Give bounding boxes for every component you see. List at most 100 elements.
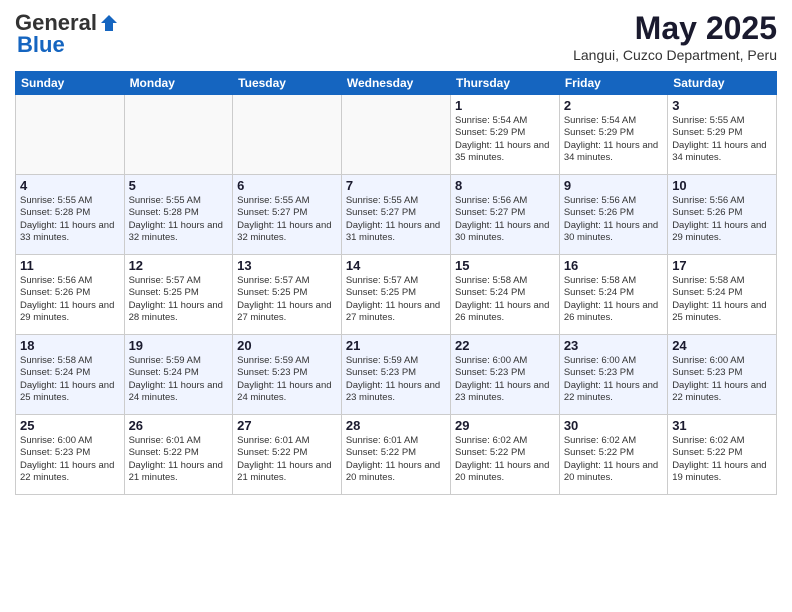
day-number: 12 xyxy=(129,258,229,273)
day-number: 22 xyxy=(455,338,555,353)
day-number: 23 xyxy=(564,338,663,353)
day-number: 29 xyxy=(455,418,555,433)
calendar-week-row: 4 Sunrise: 5:55 AMSunset: 5:28 PMDaylight… xyxy=(16,175,777,255)
calendar-day-cell: 1 Sunrise: 5:54 AMSunset: 5:29 PMDaylight… xyxy=(451,95,560,175)
month-title: May 2025 xyxy=(573,10,777,47)
day-info: Sunrise: 6:02 AMSunset: 5:22 PMDaylight:… xyxy=(672,435,772,484)
calendar-day-cell: 16Sunrise: 5:58 AMSunset: 5:24 PMDayligh… xyxy=(559,255,667,335)
calendar-day-cell: 3 Sunrise: 5:55 AMSunset: 5:29 PMDaylight… xyxy=(668,95,777,175)
calendar-day-cell: 27 Sunrise: 6:01 AMSunset: 5:22 PMDayligh… xyxy=(233,415,342,495)
day-number: 26 xyxy=(129,418,229,433)
calendar-day-cell: 10 Sunrise: 5:56 AMSunset: 5:26 PMDayligh… xyxy=(668,175,777,255)
weekday-header: Sunday xyxy=(16,72,125,95)
day-number: 13 xyxy=(237,258,337,273)
calendar-week-row: 18Sunrise: 5:58 AMSunset: 5:24 PMDayligh… xyxy=(16,335,777,415)
day-info: Sunrise: 5:57 AMSunset: 5:25 PMDaylight:… xyxy=(346,275,446,324)
day-info: Sunrise: 5:55 AMSunset: 5:28 PMDaylight:… xyxy=(20,195,120,244)
logo-blue: Blue xyxy=(17,32,65,58)
day-info: Sunrise: 6:02 AMSunset: 5:22 PMDaylight:… xyxy=(455,435,555,484)
day-info: Sunrise: 5:54 AMSunset: 5:29 PMDaylight:… xyxy=(455,115,555,164)
day-number: 30 xyxy=(564,418,663,433)
day-info: Sunrise: 6:00 AMSunset: 5:23 PMDaylight:… xyxy=(20,435,120,484)
day-info: Sunrise: 5:55 AMSunset: 5:29 PMDaylight:… xyxy=(672,115,772,164)
calendar-week-row: 1 Sunrise: 5:54 AMSunset: 5:29 PMDaylight… xyxy=(16,95,777,175)
day-number: 14 xyxy=(346,258,446,273)
day-info: Sunrise: 5:56 AMSunset: 5:26 PMDaylight:… xyxy=(20,275,120,324)
weekday-header: Friday xyxy=(559,72,667,95)
day-info: Sunrise: 5:59 AMSunset: 5:24 PMDaylight:… xyxy=(129,355,229,404)
day-info: Sunrise: 5:56 AMSunset: 5:27 PMDaylight:… xyxy=(455,195,555,244)
calendar-day-cell: 12Sunrise: 5:57 AMSunset: 5:25 PMDayligh… xyxy=(124,255,233,335)
weekday-header: Saturday xyxy=(668,72,777,95)
calendar-day-cell: 20 Sunrise: 5:59 AMSunset: 5:23 PMDayligh… xyxy=(233,335,342,415)
day-info: Sunrise: 5:58 AMSunset: 5:24 PMDaylight:… xyxy=(455,275,555,324)
day-info: Sunrise: 5:56 AMSunset: 5:26 PMDaylight:… xyxy=(672,195,772,244)
day-info: Sunrise: 5:54 AMSunset: 5:29 PMDaylight:… xyxy=(564,115,663,164)
day-number: 7 xyxy=(346,178,446,193)
calendar-week-row: 11 Sunrise: 5:56 AMSunset: 5:26 PMDayligh… xyxy=(16,255,777,335)
day-number: 1 xyxy=(455,98,555,113)
day-number: 20 xyxy=(237,338,337,353)
day-number: 9 xyxy=(564,178,663,193)
calendar-day-cell: 14 Sunrise: 5:57 AMSunset: 5:25 PMDayligh… xyxy=(341,255,450,335)
day-number: 11 xyxy=(20,258,120,273)
calendar-day-cell: 4 Sunrise: 5:55 AMSunset: 5:28 PMDaylight… xyxy=(16,175,125,255)
day-info: Sunrise: 6:02 AMSunset: 5:22 PMDaylight:… xyxy=(564,435,663,484)
day-number: 27 xyxy=(237,418,337,433)
day-info: Sunrise: 6:01 AMSunset: 5:22 PMDaylight:… xyxy=(237,435,337,484)
weekday-header: Wednesday xyxy=(341,72,450,95)
calendar-header-row: SundayMondayTuesdayWednesdayThursdayFrid… xyxy=(16,72,777,95)
day-number: 10 xyxy=(672,178,772,193)
day-number: 28 xyxy=(346,418,446,433)
calendar-day-cell: 26 Sunrise: 6:01 AMSunset: 5:22 PMDayligh… xyxy=(124,415,233,495)
day-info: Sunrise: 5:58 AMSunset: 5:24 PMDaylight:… xyxy=(20,355,120,404)
calendar-day-cell: 31 Sunrise: 6:02 AMSunset: 5:22 PMDayligh… xyxy=(668,415,777,495)
calendar-day-cell: 18Sunrise: 5:58 AMSunset: 5:24 PMDayligh… xyxy=(16,335,125,415)
calendar-table: SundayMondayTuesdayWednesdayThursdayFrid… xyxy=(15,71,777,495)
calendar-day-cell: 25 Sunrise: 6:00 AMSunset: 5:23 PMDayligh… xyxy=(16,415,125,495)
calendar-day-cell: 22 Sunrise: 6:00 AMSunset: 5:23 PMDayligh… xyxy=(451,335,560,415)
day-info: Sunrise: 5:55 AMSunset: 5:27 PMDaylight:… xyxy=(346,195,446,244)
calendar-day-cell: 17 Sunrise: 5:58 AMSunset: 5:24 PMDayligh… xyxy=(668,255,777,335)
day-info: Sunrise: 6:01 AMSunset: 5:22 PMDaylight:… xyxy=(129,435,229,484)
day-info: Sunrise: 5:57 AMSunset: 5:25 PMDaylight:… xyxy=(237,275,337,324)
calendar-day-cell xyxy=(124,95,233,175)
day-number: 15 xyxy=(455,258,555,273)
calendar-week-row: 25 Sunrise: 6:00 AMSunset: 5:23 PMDayligh… xyxy=(16,415,777,495)
logo: General Blue xyxy=(15,10,119,58)
day-info: Sunrise: 5:55 AMSunset: 5:27 PMDaylight:… xyxy=(237,195,337,244)
day-number: 6 xyxy=(237,178,337,193)
calendar-day-cell: 13 Sunrise: 5:57 AMSunset: 5:25 PMDayligh… xyxy=(233,255,342,335)
day-number: 31 xyxy=(672,418,772,433)
day-number: 24 xyxy=(672,338,772,353)
day-info: Sunrise: 6:00 AMSunset: 5:23 PMDaylight:… xyxy=(564,355,663,404)
day-info: Sunrise: 5:56 AMSunset: 5:26 PMDaylight:… xyxy=(564,195,663,244)
calendar-day-cell: 29 Sunrise: 6:02 AMSunset: 5:22 PMDayligh… xyxy=(451,415,560,495)
calendar-day-cell: 23 Sunrise: 6:00 AMSunset: 5:23 PMDayligh… xyxy=(559,335,667,415)
day-info: Sunrise: 5:58 AMSunset: 5:24 PMDaylight:… xyxy=(564,275,663,324)
day-info: Sunrise: 5:59 AMSunset: 5:23 PMDaylight:… xyxy=(237,355,337,404)
calendar-day-cell: 9 Sunrise: 5:56 AMSunset: 5:26 PMDaylight… xyxy=(559,175,667,255)
day-info: Sunrise: 6:00 AMSunset: 5:23 PMDaylight:… xyxy=(672,355,772,404)
day-number: 17 xyxy=(672,258,772,273)
day-info: Sunrise: 5:55 AMSunset: 5:28 PMDaylight:… xyxy=(129,195,229,244)
calendar-day-cell: 2 Sunrise: 5:54 AMSunset: 5:29 PMDaylight… xyxy=(559,95,667,175)
day-number: 2 xyxy=(564,98,663,113)
calendar-day-cell xyxy=(233,95,342,175)
day-number: 3 xyxy=(672,98,772,113)
calendar-day-cell xyxy=(16,95,125,175)
day-number: 8 xyxy=(455,178,555,193)
calendar-day-cell: 8 Sunrise: 5:56 AMSunset: 5:27 PMDaylight… xyxy=(451,175,560,255)
day-number: 4 xyxy=(20,178,120,193)
day-info: Sunrise: 5:58 AMSunset: 5:24 PMDaylight:… xyxy=(672,275,772,324)
calendar-day-cell: 19Sunrise: 5:59 AMSunset: 5:24 PMDayligh… xyxy=(124,335,233,415)
calendar-day-cell: 24 Sunrise: 6:00 AMSunset: 5:23 PMDayligh… xyxy=(668,335,777,415)
calendar-day-cell: 15 Sunrise: 5:58 AMSunset: 5:24 PMDayligh… xyxy=(451,255,560,335)
day-number: 25 xyxy=(20,418,120,433)
header: General Blue May 2025 Langui, Cuzco Depa… xyxy=(15,10,777,63)
page: General Blue May 2025 Langui, Cuzco Depa… xyxy=(0,0,792,612)
weekday-header: Tuesday xyxy=(233,72,342,95)
day-info: Sunrise: 6:00 AMSunset: 5:23 PMDaylight:… xyxy=(455,355,555,404)
weekday-header: Monday xyxy=(124,72,233,95)
day-info: Sunrise: 5:59 AMSunset: 5:23 PMDaylight:… xyxy=(346,355,446,404)
